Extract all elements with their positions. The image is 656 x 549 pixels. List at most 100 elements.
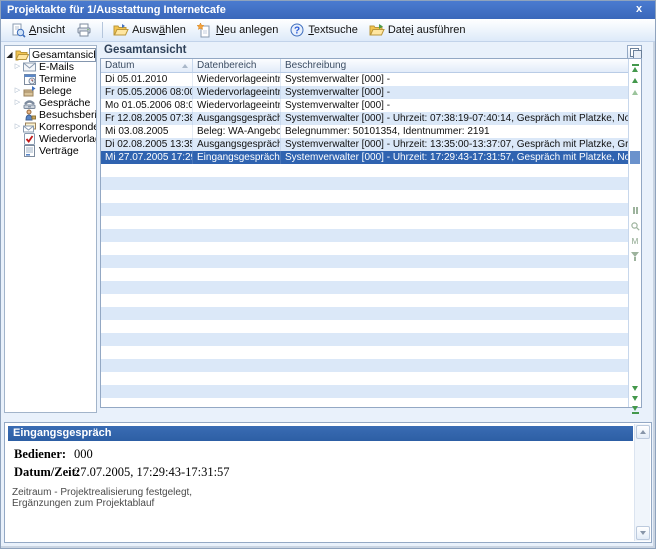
column-header-datum[interactable]: Datum — [101, 59, 193, 72]
select-folder-icon — [113, 23, 129, 38]
window-title: Projektakte für 1/Ausstattung Internetca… — [7, 4, 226, 16]
expander-collapsed-icon[interactable]: ▷ — [13, 121, 22, 133]
sidebar-item-belege[interactable]: ▷Belege — [13, 85, 96, 97]
toolbar-button-label: Datei ausführen — [388, 24, 466, 36]
note-line: Ergänzungen zum Projektablauf — [12, 498, 192, 509]
table-cell: Beleg: WA-Angebot (alle Bel — [193, 125, 281, 138]
table-cell: Fr 12.08.2005 07:38 — [101, 112, 193, 125]
expander-collapsed-icon[interactable]: ▷ — [13, 97, 22, 109]
table-cell: Belegnummer: 50101354, Identnummer: 2191 — [281, 125, 629, 138]
toolbar-button-label: Auswählen — [132, 24, 186, 36]
table-row[interactable]: Mo 01.05.2006 08:00WiedervorlageeintragS… — [101, 99, 629, 112]
table-cell: Wiedervorlageeintrag — [193, 73, 281, 86]
table-row[interactable]: Di 02.08.2005 13:35AusgangsgesprächSyste… — [101, 138, 629, 151]
contract-icon — [22, 145, 37, 157]
go-to-first-row-icon[interactable] — [629, 64, 641, 72]
filter-icon[interactable] — [629, 252, 641, 261]
sidebar-item-besuchsberichte[interactable]: Besuchsberichte — [13, 109, 96, 121]
neu-anlegen-button[interactable]: Neu anlegen — [192, 20, 283, 40]
text-search-icon: ? — [289, 23, 305, 38]
sidebar-item-gesamtansicht[interactable]: ◢ Gesamtansicht — [5, 49, 96, 61]
sidebar-item-label: Gesamtansicht — [29, 48, 96, 62]
sidebar-item-e-mails[interactable]: ▷ E-Mails — [13, 61, 96, 73]
email-icon — [22, 62, 37, 72]
sidebar-item-label: Wiedervorlagen — [37, 133, 96, 145]
app-window: Projektakte für 1/Ausstattung Internetca… — [0, 0, 656, 549]
previous-page-icon[interactable] — [629, 90, 641, 95]
sidebar-item-vertr-ge[interactable]: Verträge — [13, 145, 96, 157]
auswaehlen-button[interactable]: Auswählen — [108, 20, 191, 40]
table-cell: Di 05.01.2010 — [101, 73, 193, 86]
detail-panel: Eingangsgespräch Bediener: 000 Datum/Zei… — [4, 422, 652, 543]
folder-open-icon — [14, 49, 29, 61]
visit-report-icon — [22, 109, 37, 121]
table-row[interactable]: Mi 03.08.2005Beleg: WA-Angebot (alle Bel… — [101, 125, 629, 138]
sidebar-item-wiedervorlagen[interactable]: Wiedervorlagen — [13, 133, 96, 145]
field-label: Datum/Zeit: — [14, 465, 74, 480]
new-item-icon — [197, 23, 213, 38]
records-grid: Datum Datenbereich Beschreibung Di 05.01… — [100, 58, 642, 408]
table-row[interactable]: Fr 12.08.2005 07:38AusgangsgesprächSyste… — [101, 112, 629, 125]
table-row[interactable]: Fr 05.05.2006 08:00WiedervorlageeintragS… — [101, 86, 629, 99]
table-cell: Systemverwalter [000] - — [281, 99, 629, 112]
table-cell: Systemverwalter [000] - Uhrzeit: 17:29:4… — [281, 151, 629, 164]
detail-field-bediener: Bediener: 000 — [14, 447, 230, 462]
sidebar-item-korrespondenzen[interactable]: ▷Korrespondenzen — [13, 121, 96, 133]
auto-column-width-icon[interactable] — [629, 207, 641, 214]
go-to-last-row-icon[interactable] — [629, 406, 641, 414]
mark-icon[interactable]: M — [629, 238, 641, 246]
field-chooser-button[interactable] — [627, 45, 642, 59]
table-cell: Mo 01.05.2006 08:00 — [101, 99, 193, 112]
table-cell: Fr 05.05.2006 08:00 — [101, 86, 193, 99]
table-row[interactable]: Mi 27.07.2005 17:29EingangsgesprächSyste… — [101, 151, 629, 164]
next-row-icon[interactable] — [629, 386, 641, 391]
search-icon[interactable] — [629, 222, 641, 231]
toolbar-separator — [102, 22, 103, 38]
close-icon[interactable]: x — [632, 2, 646, 17]
field-value: 27.07.2005, 17:29:43-17:31:57 — [74, 465, 230, 480]
view-icon — [10, 23, 26, 38]
table-row[interactable]: Di 05.01.2010WiedervorlageeintragSystemv… — [101, 73, 629, 86]
scroll-up-icon[interactable] — [636, 425, 650, 439]
note-line: Zeitraum - Projektrealisierung festgeleg… — [12, 487, 192, 498]
sidebar-item-termine[interactable]: Termine — [13, 73, 96, 85]
selected-row-marker — [630, 151, 640, 164]
window-titlebar: Projektakte für 1/Ausstattung Internetca… — [1, 1, 655, 19]
expander-collapsed-icon[interactable]: ▷ — [13, 61, 22, 73]
table-cell: Ausgangsgespräch — [193, 112, 281, 125]
grid-body: Di 05.01.2010WiedervorlageeintragSystemv… — [101, 73, 629, 407]
table-cell: Systemverwalter [000] - Uhrzeit: 13:35:0… — [281, 138, 629, 151]
sidebar-item-label: Gespräche — [37, 97, 92, 109]
toolbar-button-label: Neu anlegen — [216, 24, 278, 36]
detail-panel-title: Eingangsgespräch — [8, 426, 633, 441]
detail-scrollbar[interactable] — [634, 424, 650, 541]
sidebar-item-gespr-che[interactable]: ▷ Gespräche — [13, 97, 96, 109]
datei-ausfuehren-button[interactable]: Datei ausführen — [364, 20, 471, 40]
column-header-beschreibung[interactable]: Beschreibung — [281, 59, 629, 72]
field-value: 000 — [74, 447, 93, 462]
table-cell: Ausgangsgespräch — [193, 138, 281, 151]
grid-header-row: Datum Datenbereich Beschreibung — [101, 59, 629, 73]
toolbar-button-label: Ansicht — [29, 24, 65, 36]
table-cell: Mi 27.07.2005 17:29 — [101, 151, 193, 164]
toolbar: Ansicht Auswählen Neu anlegen ?Textsuche Dat… — [1, 19, 655, 42]
ansicht-button[interactable]: Ansicht — [5, 20, 70, 40]
detail-field-datum-zeit: Datum/Zeit: 27.07.2005, 17:29:43-17:31:5… — [14, 465, 230, 480]
sidebar-item-label: Verträge — [37, 145, 81, 157]
next-page-icon[interactable] — [629, 396, 641, 401]
scroll-down-icon[interactable] — [636, 526, 650, 540]
receipts-icon — [22, 85, 37, 97]
printer-icon — [76, 23, 92, 38]
field-label: Bediener: — [14, 447, 74, 462]
sidebar-item-label: E-Mails — [37, 61, 76, 73]
column-header-datenbereich[interactable]: Datenbereich — [193, 59, 281, 72]
print-button[interactable] — [71, 20, 97, 40]
expander-expanded-icon[interactable]: ◢ — [5, 49, 14, 61]
sidebar-item-label: Besuchsberichte — [37, 109, 96, 121]
expander-collapsed-icon[interactable]: ▷ — [13, 85, 22, 97]
previous-row-icon[interactable] — [629, 78, 641, 83]
table-cell: Systemverwalter [000] - — [281, 86, 629, 99]
textsuche-button[interactable]: ?Textsuche — [284, 20, 363, 40]
calendar-icon — [22, 73, 37, 85]
table-cell: Systemverwalter [000] - — [281, 73, 629, 86]
